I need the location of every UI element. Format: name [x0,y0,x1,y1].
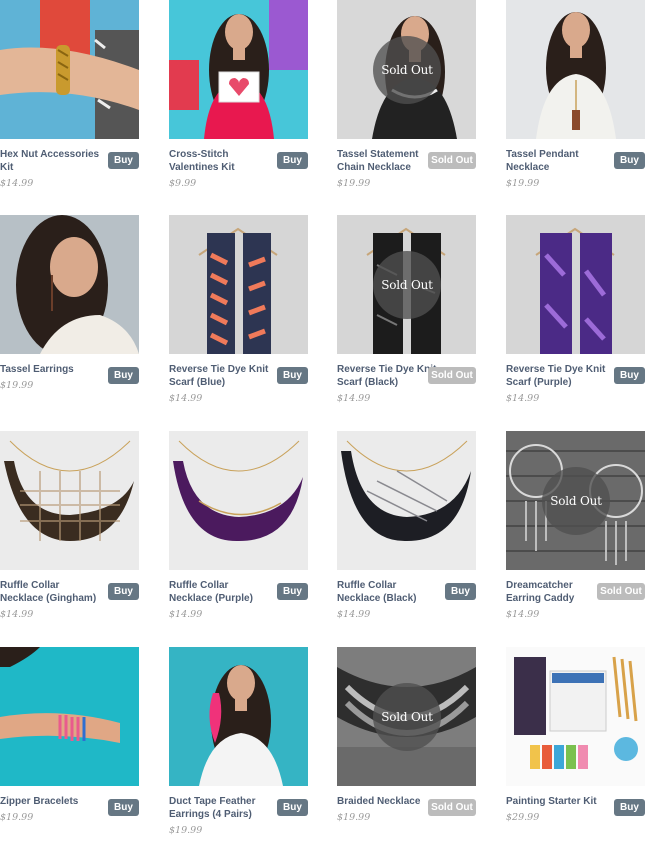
buy-button[interactable]: Buy [108,152,139,169]
buy-button[interactable]: Buy [108,799,139,816]
product-photo[interactable] [169,647,308,786]
buy-button[interactable]: Buy [614,152,645,169]
product-price: $14.99 [169,609,203,620]
product-price: $19.99 [337,178,371,189]
buy-button[interactable]: Buy [614,367,645,384]
product-name[interactable]: Ruffle Collar Necklace (Purple) [169,579,269,605]
product-card: Reverse Tie Dye Knit Scarf (Blue) $14.99 B… [169,215,308,415]
product-name[interactable]: Ruffle Collar Necklace (Gingham) [0,579,100,605]
product-name[interactable]: Tassel Earrings [0,363,100,376]
buy-button[interactable]: Buy [108,583,139,600]
buy-button[interactable]: Buy [277,799,308,816]
product-price: $14.99 [337,393,371,404]
product-photo[interactable] [337,431,476,570]
product-price: $19.99 [169,825,203,836]
product-price: $14.99 [506,609,540,620]
product-price: $14.99 [337,609,371,620]
buy-button[interactable]: Buy [108,367,139,384]
product-photo[interactable]: Sold Out [337,215,476,354]
product-name[interactable]: Braided Necklace [337,795,437,808]
sold-out-badge: Sold Out [373,36,441,104]
product-price: $9.99 [169,178,197,189]
product-name[interactable]: Painting Starter Kit [506,795,606,808]
product-card: Sold Out Dreamcatcher Earring Caddy $14.99… [506,431,645,631]
product-card: Zipper Bracelets $19.99 Buy [0,647,139,847]
product-name[interactable]: Hex Nut Accessories Kit [0,148,100,174]
product-price: $14.99 [169,393,203,404]
buy-button[interactable]: Buy [614,799,645,816]
product-name[interactable]: Tassel Pendant Necklace [506,148,606,174]
product-photo[interactable] [506,0,645,139]
product-name[interactable]: Reverse Tie Dye Knit Scarf (Purple) [506,363,606,389]
product-name[interactable]: Tassel Statement Chain Necklace [337,148,437,174]
product-price: $14.99 [0,609,34,620]
product-card: Duct Tape Feather Earrings (4 Pairs) $19.… [169,647,308,847]
product-price: $19.99 [506,178,540,189]
product-card: Painting Starter Kit $29.99 Buy [506,647,645,847]
product-photo[interactable] [169,431,308,570]
product-card: Ruffle Collar Necklace (Purple) $14.99 Buy [169,431,308,631]
product-photo[interactable] [0,0,139,139]
sold-out-button: Sold Out [597,583,645,600]
product-card: Cross-Stitch Valentines Kit $9.99 Buy [169,0,308,200]
product-photo[interactable] [169,215,308,354]
product-photo[interactable]: Sold Out [506,431,645,570]
product-card: Sold Out Tassel Statement Chain Necklace $… [337,0,476,200]
product-photo[interactable]: Sold Out [337,647,476,786]
buy-button[interactable]: Buy [277,152,308,169]
sold-out-button: Sold Out [428,367,476,384]
buy-button[interactable]: Buy [445,583,476,600]
product-name[interactable]: Cross-Stitch Valentines Kit [169,148,269,174]
product-photo[interactable]: Sold Out [337,0,476,139]
product-name[interactable]: Dreamcatcher Earring Caddy [506,579,606,605]
sold-out-badge: Sold Out [542,467,610,535]
product-photo[interactable] [506,647,645,786]
product-price: $29.99 [506,812,540,823]
product-card: Hex Nut Accessories Kit $14.99 Buy [0,0,139,200]
sold-out-badge: Sold Out [373,251,441,319]
product-card: Sold Out Reverse Tie Dye Knit Scarf (Blac… [337,215,476,415]
product-card: Reverse Tie Dye Knit Scarf (Purple) $14.9… [506,215,645,415]
product-photo[interactable] [0,647,139,786]
buy-button[interactable]: Buy [277,583,308,600]
product-card: Tassel Pendant Necklace $19.99 Buy [506,0,645,200]
product-price: $14.99 [506,393,540,404]
product-card: Ruffle Collar Necklace (Gingham) $14.99 Bu… [0,431,139,631]
product-name[interactable]: Zipper Bracelets [0,795,100,808]
product-card: Sold Out Braided Necklace $19.99 Sold Out [337,647,476,847]
product-name[interactable]: Ruffle Collar Necklace (Black) [337,579,437,605]
sold-out-button: Sold Out [428,799,476,816]
product-photo[interactable] [169,0,308,139]
sold-out-button: Sold Out [428,152,476,169]
product-price: $14.99 [0,178,34,189]
product-price: $19.99 [0,812,34,823]
product-photo[interactable] [0,431,139,570]
buy-button[interactable]: Buy [277,367,308,384]
product-name[interactable]: Duct Tape Feather Earrings (4 Pairs) [169,795,269,821]
product-grid: Hex Nut Accessories Kit $14.99 Buy Cross-S… [0,0,645,842]
product-photo[interactable] [0,215,139,354]
product-price: $19.99 [0,380,34,391]
product-photo[interactable] [506,215,645,354]
product-card: Ruffle Collar Necklace (Black) $14.99 Buy [337,431,476,631]
product-name[interactable]: Reverse Tie Dye Knit Scarf (Black) [337,363,437,389]
product-card: Tassel Earrings $19.99 Buy [0,215,139,415]
product-price: $19.99 [337,812,371,823]
product-name[interactable]: Reverse Tie Dye Knit Scarf (Blue) [169,363,269,389]
sold-out-badge: Sold Out [373,683,441,751]
